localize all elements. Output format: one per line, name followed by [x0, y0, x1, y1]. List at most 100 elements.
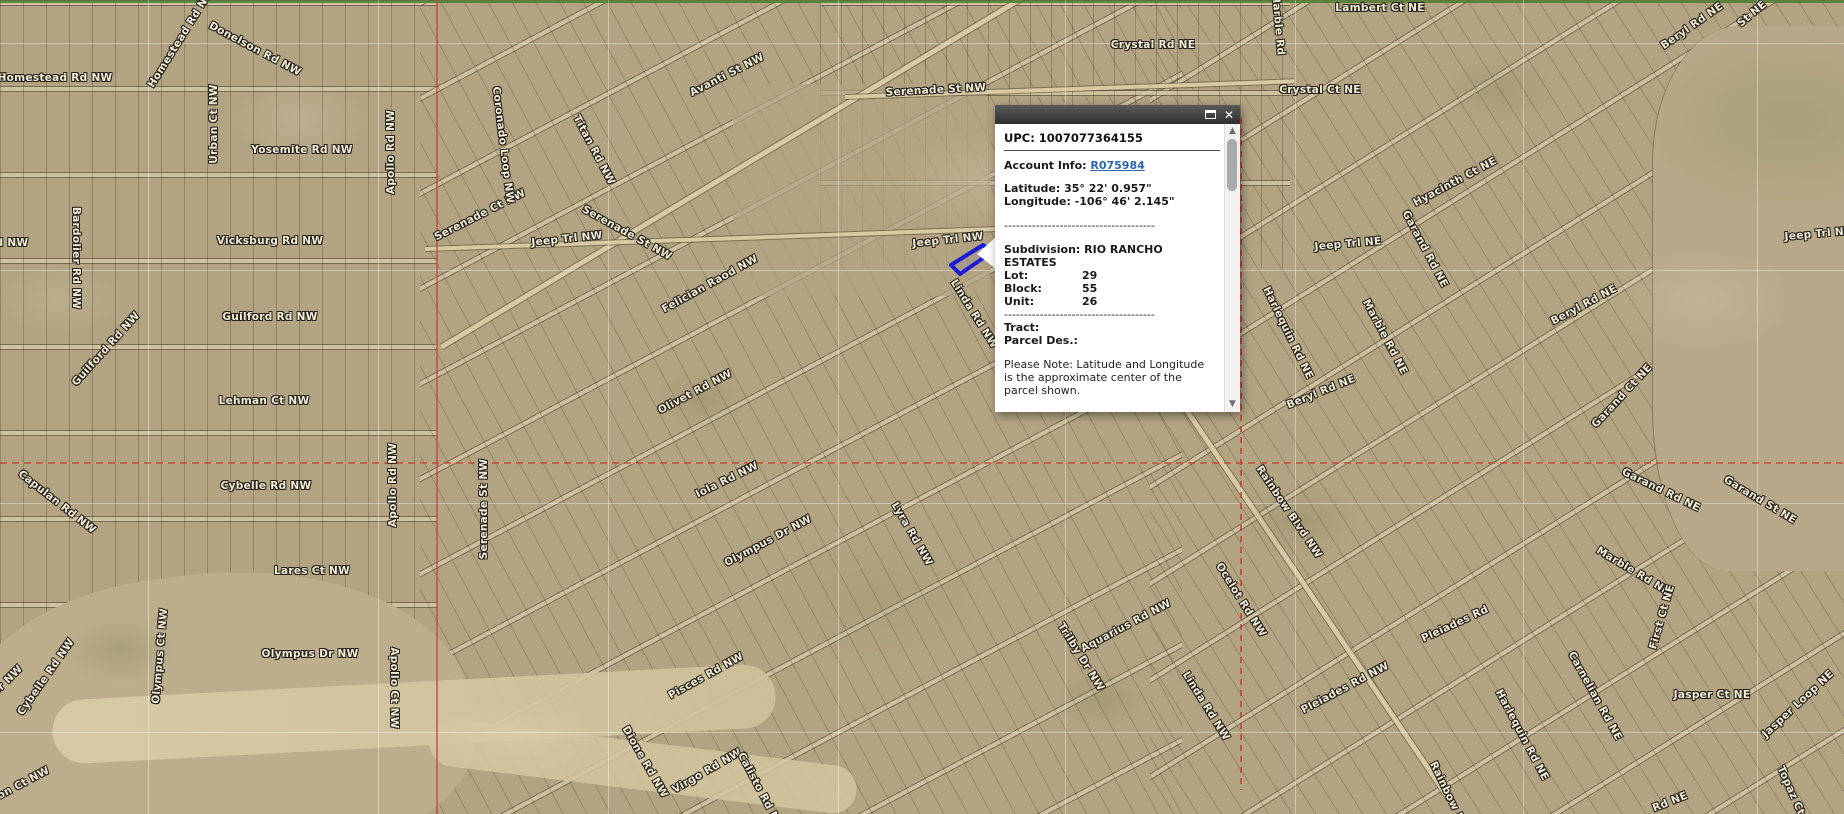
dashed-divider: -------------------------------------- — [1004, 219, 1172, 232]
street-label: Apollo Ct NW — [388, 647, 400, 728]
street-label: Iola Rd NW — [694, 460, 760, 501]
popup-titlebar[interactable]: ✕ — [995, 105, 1240, 124]
street-label: Felician Raod NW — [660, 253, 760, 316]
street-label: Aquarius Rd NW — [1079, 597, 1173, 655]
street-label: Jasper Ct NE — [1674, 689, 1751, 701]
street-label: Marble Rd NE — [1594, 544, 1672, 597]
street-label: Jasper Loop NE — [1760, 668, 1836, 740]
open-desert-area — [733, 84, 991, 296]
street-label: d NW — [0, 237, 28, 249]
white-gridline — [0, 270, 1844, 271]
white-gridline — [838, 0, 839, 814]
street-label: Capulan Rd NW — [16, 468, 98, 536]
street-label: Coronado Loop NW — [490, 86, 516, 204]
street-label: Pisces Rd NW — [666, 650, 745, 701]
street-label: Linda Rd NW — [1180, 669, 1232, 742]
street-label: Vicksburg Rd NW — [217, 235, 323, 247]
selected-parcel-outline[interactable] — [951, 245, 992, 274]
street-label: Urban Ct NW — [208, 84, 220, 164]
street-label: Marble Rd NE — [1360, 297, 1410, 376]
street-label: Garand Ct NE — [1589, 362, 1654, 431]
white-gridline — [378, 0, 379, 814]
street-label: Olivet Rd NW — [656, 367, 734, 416]
popup-content: UPC: 1007077364155 Account Info: R075984… — [995, 124, 1224, 412]
street-label: Ocelot Rd NW — [1213, 561, 1268, 639]
subdivision-value: Subdivision: RIO RANCHO ESTATES — [1004, 243, 1179, 269]
street-label: Homestead Rd NW — [145, 0, 216, 90]
street-label: First Ct NE — [1647, 583, 1677, 650]
street-label: Lambert Ct NE — [1335, 2, 1424, 14]
detail-value: 26 — [1082, 295, 1097, 308]
street-label: Jeep Trl NE — [1314, 235, 1382, 253]
street-label: Garand St NE — [1722, 474, 1799, 527]
street-label: Calisto Rd NW — [735, 750, 787, 814]
scroll-up-icon[interactable]: ▲ — [1225, 125, 1240, 137]
latitude-value: Latitude: 35° 22' 0.957" — [1004, 182, 1220, 195]
street-label: Beryl Rd NE — [1285, 373, 1357, 411]
street-label: Lyra Rd NW — [889, 500, 935, 568]
section-line-red-vertical-dashed — [1240, 118, 1242, 790]
street-label: Crystal Rd NE — [1111, 39, 1195, 51]
street-label: Donelson Rd NW — [207, 20, 303, 79]
detail-label: Unit: — [1004, 295, 1082, 308]
scroll-down-icon[interactable]: ▼ — [1225, 398, 1240, 410]
tract-label: Tract: — [1004, 321, 1220, 334]
map-viewport[interactable]: Homestead Rd NWHomestead Rd NWDonelson R… — [0, 0, 1844, 814]
street-label: Olympus Dr NW — [722, 513, 813, 569]
street-label: Rainbow Blvd NW — [1254, 464, 1325, 561]
street-label: Marble Rd — [1269, 0, 1286, 56]
street-label: Cybelle Rd NW — [221, 480, 312, 492]
street-label: Lehman Ct NW — [219, 395, 310, 407]
street-label: Dr NW — [0, 663, 25, 699]
street-label: Lares Ct NW — [274, 565, 350, 577]
street-label: Apollo Rd NW — [387, 443, 399, 527]
street-label: Titan Rd NW — [571, 113, 618, 187]
divider-rule — [1004, 150, 1220, 151]
road-serenade-st — [440, 0, 1043, 349]
street-label: Guilford Rd NW — [222, 311, 317, 323]
street-label: Carnelian Rd NE — [1566, 649, 1625, 742]
parcel-highlight-layer — [0, 0, 1844, 814]
street-label: Hyacinth Ct NE — [1411, 155, 1498, 209]
popup-note: Please Note: Latitude and Longitude is t… — [1004, 358, 1214, 397]
account-info-line: Account Info: R075984 — [1004, 159, 1220, 172]
close-icon[interactable]: ✕ — [1224, 109, 1234, 121]
detail-value: 29 — [1082, 269, 1097, 282]
detail-value: 55 — [1082, 282, 1097, 295]
street-label: Rd NE — [1651, 790, 1690, 814]
street-label: Trilby Dr NW — [1055, 621, 1106, 693]
street-label: Harlequin Rd NE — [1493, 687, 1551, 782]
street-label: Jeep Trl NE — [1784, 225, 1844, 243]
white-gridline — [148, 0, 149, 814]
maximize-icon[interactable] — [1205, 110, 1216, 119]
street-label: Crystal Ct NE — [1279, 84, 1361, 96]
white-gridline — [0, 43, 1844, 44]
street-label: Olympus Ct NW — [150, 608, 170, 705]
street-label: Olympus Dr NW — [261, 648, 358, 660]
longitude-value: Longitude: -106° 46' 2.145" — [1004, 195, 1220, 208]
upc-value: UPC: 1007077364155 — [1004, 132, 1220, 145]
street-label: Jeep Trl NW — [912, 230, 984, 249]
street-label: Rainbow Blvd — [1427, 760, 1475, 814]
detail-row: Block:55 — [1004, 282, 1220, 295]
street-label: Serenade St NW — [885, 81, 986, 98]
street-label: Yosemite Rd NW — [251, 144, 352, 156]
open-desert-area — [0, 538, 489, 814]
account-link[interactable]: R075984 — [1090, 159, 1144, 172]
parcel-info-popup: ✕ UPC: 1007077364155 Account Info: R0759… — [995, 105, 1240, 412]
street-label: Jeep Trl NW — [531, 229, 603, 248]
street-label: Bardolier Rd NW — [70, 207, 82, 309]
popup-scrollbar[interactable]: ▲ ▼ — [1224, 124, 1240, 412]
street-label: Virgo Rd NW — [670, 746, 744, 795]
street-label: Linda Rd NW — [948, 277, 1000, 350]
white-gridline — [608, 0, 609, 814]
street-label: Topaz Ct NE — [1775, 764, 1816, 814]
street-label: Garand Rd NE — [1400, 208, 1451, 289]
street-label: Serenade St NW — [478, 459, 490, 560]
white-gridline — [0, 732, 1844, 733]
white-gridline — [0, 503, 1844, 504]
map-edge-green-line — [0, 0, 1844, 3]
scroll-thumb[interactable] — [1227, 139, 1237, 191]
street-label: Dione Rd NW — [620, 724, 671, 800]
street-label: Guilford Rd NW — [70, 310, 143, 389]
